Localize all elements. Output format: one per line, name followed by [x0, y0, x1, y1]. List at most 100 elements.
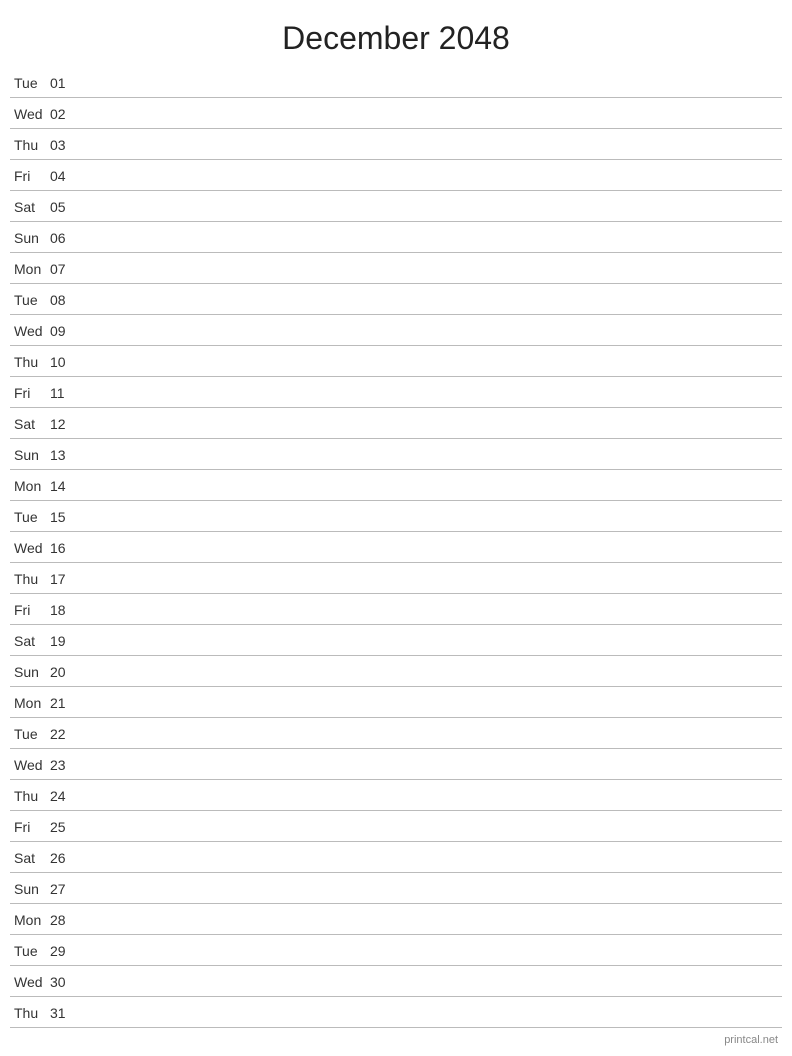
- day-name: Tue: [10, 292, 50, 308]
- day-line: [80, 548, 782, 549]
- day-line: [80, 951, 782, 952]
- day-line: [80, 1013, 782, 1014]
- day-number: 11: [50, 385, 80, 401]
- day-name: Wed: [10, 757, 50, 773]
- day-name: Tue: [10, 509, 50, 525]
- day-line: [80, 207, 782, 208]
- day-name: Sun: [10, 664, 50, 680]
- day-row: Sat12: [10, 408, 782, 439]
- day-row: Thu31: [10, 997, 782, 1028]
- day-row: Fri25: [10, 811, 782, 842]
- day-number: 23: [50, 757, 80, 773]
- day-line: [80, 920, 782, 921]
- day-line: [80, 765, 782, 766]
- day-name: Sat: [10, 199, 50, 215]
- day-line: [80, 610, 782, 611]
- day-name: Sat: [10, 416, 50, 432]
- day-number: 27: [50, 881, 80, 897]
- day-row: Wed16: [10, 532, 782, 563]
- footer-attribution: printcal.net: [724, 1034, 778, 1046]
- day-row: Thu17: [10, 563, 782, 594]
- day-line: [80, 858, 782, 859]
- day-name: Sun: [10, 447, 50, 463]
- page-title: December 2048: [0, 0, 792, 67]
- day-number: 25: [50, 819, 80, 835]
- day-name: Sat: [10, 850, 50, 866]
- day-name: Thu: [10, 137, 50, 153]
- day-line: [80, 83, 782, 84]
- day-line: [80, 176, 782, 177]
- day-row: Sun27: [10, 873, 782, 904]
- day-name: Tue: [10, 726, 50, 742]
- day-number: 01: [50, 75, 80, 91]
- day-row: Sat05: [10, 191, 782, 222]
- day-line: [80, 114, 782, 115]
- day-row: Mon28: [10, 904, 782, 935]
- day-number: 15: [50, 509, 80, 525]
- day-row: Sat19: [10, 625, 782, 656]
- day-number: 06: [50, 230, 80, 246]
- day-row: Tue22: [10, 718, 782, 749]
- day-name: Sun: [10, 230, 50, 246]
- day-line: [80, 424, 782, 425]
- day-name: Sat: [10, 633, 50, 649]
- day-number: 24: [50, 788, 80, 804]
- day-name: Mon: [10, 912, 50, 928]
- day-number: 30: [50, 974, 80, 990]
- day-number: 13: [50, 447, 80, 463]
- day-line: [80, 300, 782, 301]
- day-line: [80, 827, 782, 828]
- day-number: 19: [50, 633, 80, 649]
- day-row: Sat26: [10, 842, 782, 873]
- day-name: Fri: [10, 602, 50, 618]
- day-number: 12: [50, 416, 80, 432]
- day-name: Fri: [10, 168, 50, 184]
- day-name: Thu: [10, 1005, 50, 1021]
- day-row: Tue08: [10, 284, 782, 315]
- day-row: Sun13: [10, 439, 782, 470]
- day-line: [80, 362, 782, 363]
- calendar-list: Tue01Wed02Thu03Fri04Sat05Sun06Mon07Tue08…: [0, 67, 792, 1028]
- day-number: 21: [50, 695, 80, 711]
- day-row: Wed02: [10, 98, 782, 129]
- day-line: [80, 145, 782, 146]
- day-name: Fri: [10, 819, 50, 835]
- day-name: Thu: [10, 354, 50, 370]
- day-name: Mon: [10, 261, 50, 277]
- day-number: 29: [50, 943, 80, 959]
- day-row: Wed23: [10, 749, 782, 780]
- day-name: Mon: [10, 695, 50, 711]
- day-row: Tue29: [10, 935, 782, 966]
- day-number: 09: [50, 323, 80, 339]
- day-line: [80, 796, 782, 797]
- day-row: Fri11: [10, 377, 782, 408]
- day-name: Tue: [10, 75, 50, 91]
- day-line: [80, 393, 782, 394]
- day-row: Thu03: [10, 129, 782, 160]
- day-row: Thu24: [10, 780, 782, 811]
- day-line: [80, 579, 782, 580]
- day-name: Sun: [10, 881, 50, 897]
- day-number: 08: [50, 292, 80, 308]
- day-name: Wed: [10, 540, 50, 556]
- day-number: 03: [50, 137, 80, 153]
- day-name: Fri: [10, 385, 50, 401]
- day-row: Wed30: [10, 966, 782, 997]
- day-number: 26: [50, 850, 80, 866]
- day-number: 14: [50, 478, 80, 494]
- day-number: 18: [50, 602, 80, 618]
- day-row: Tue01: [10, 67, 782, 98]
- day-number: 05: [50, 199, 80, 215]
- day-line: [80, 331, 782, 332]
- day-number: 28: [50, 912, 80, 928]
- day-row: Fri04: [10, 160, 782, 191]
- day-line: [80, 734, 782, 735]
- day-name: Wed: [10, 323, 50, 339]
- day-line: [80, 703, 782, 704]
- day-line: [80, 269, 782, 270]
- day-number: 07: [50, 261, 80, 277]
- day-row: Thu10: [10, 346, 782, 377]
- day-name: Thu: [10, 788, 50, 804]
- day-number: 22: [50, 726, 80, 742]
- day-line: [80, 517, 782, 518]
